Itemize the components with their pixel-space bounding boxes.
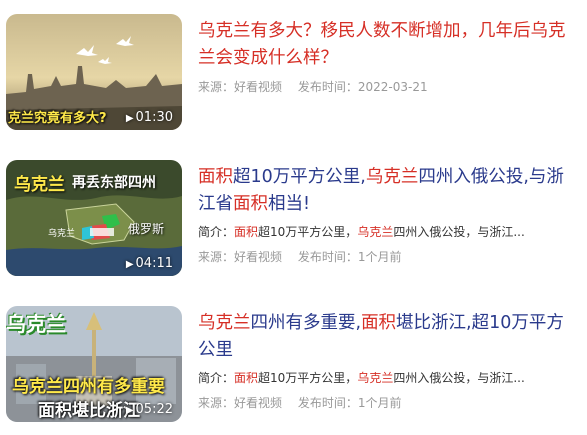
result-summary: 简介：面积超10万平方公里，乌克兰四州入俄公投，与浙江...: [198, 369, 558, 386]
result-summary: 简介：面积超10万平方公里，乌克兰四州入俄公投，与浙江...: [198, 223, 558, 240]
result-meta: 来源：好看视频 发布时间：2022-03-21: [198, 78, 428, 95]
play-icon: ▶: [125, 113, 134, 124]
map-label-ukraine: 乌克兰: [48, 229, 76, 239]
text-segment: 相当!: [268, 194, 311, 214]
thumbnail-caption-top: 乌克兰: [6, 312, 66, 336]
text-segment: 简介：: [198, 371, 235, 385]
highlight-text: 会变成什么样？: [215, 48, 339, 68]
thumbnail-caption-line2: 面积堪比浙江: [38, 401, 140, 421]
text-segment: 简介：: [198, 225, 235, 239]
highlight-text: 乌克兰: [357, 225, 394, 239]
video-thumbnail[interactable]: 乌克兰 再丢东部四州 乌克兰 俄罗斯 ▶ 04:11: [6, 160, 182, 276]
text-segment: 四州入俄公投，与浙江...: [393, 225, 525, 239]
result-title-link[interactable]: 乌克兰有多大？移民人数不断增加，几年后乌克兰会变成什么样？: [198, 18, 576, 72]
publish-time: 发布时间：1个月前: [297, 396, 402, 410]
play-icon: ▶: [125, 259, 134, 270]
highlight-text: 面积: [233, 194, 268, 214]
highlight-text: 面积: [234, 225, 259, 239]
source-label: 来源：好看视频: [198, 250, 283, 264]
publish-time: 发布时间：1个月前: [297, 250, 402, 264]
highlight-text: 乌克兰: [365, 167, 419, 187]
text-segment: 四州有多重要,: [250, 313, 362, 333]
text-segment: 超10万平方公里,: [233, 167, 366, 187]
map-label-russia: 俄罗斯: [128, 222, 165, 236]
highlight-text: 有多大？移民人数不断增加，几年后: [250, 21, 531, 41]
source-label: 来源：好看视频: [198, 80, 283, 94]
thumbnail-caption-left: 乌克兰: [14, 175, 65, 195]
publish-time: 发布时间：2022-03-21: [297, 80, 428, 94]
result-meta: 来源：好看视频 发布时间：1个月前: [198, 394, 401, 411]
highlight-text: 乌克兰: [198, 313, 251, 333]
video-thumbnail[interactable]: 乌克兰 乌克兰四州有多重要 面积堪比浙江 ▶ 05:22: [6, 306, 182, 422]
thumbnail-caption-line1: 乌克兰四州有多重要: [12, 377, 165, 397]
text-segment: 超10万平方公里，: [258, 225, 358, 239]
video-thumbnail[interactable]: 克兰究竟有多大? ▶ 01:30: [6, 14, 182, 130]
video-duration: ▶ 05:22: [125, 402, 173, 417]
search-result-item: 乌克兰 再丢东部四州 乌克兰 俄罗斯 ▶ 04:11 面积超10万平方公里,乌克兰…: [0, 160, 587, 280]
play-icon: ▶: [125, 405, 134, 416]
search-result-item: 乌克兰 乌克兰四州有多重要 面积堪比浙江 ▶ 05:22 乌克兰四州有多重要,面积…: [0, 306, 587, 426]
highlight-text: 面积: [198, 167, 233, 187]
highlight-text: 乌克兰: [198, 21, 251, 41]
highlight-text: 面积: [234, 371, 259, 385]
highlight-text: 乌克兰: [357, 371, 394, 385]
source-label: 来源：好看视频: [198, 396, 283, 410]
search-result-item: 克兰究竟有多大? ▶ 01:30 乌克兰有多大？移民人数不断增加，几年后乌克兰会变…: [0, 14, 587, 134]
text-segment: 四州入俄公投，与浙江...: [393, 371, 525, 385]
video-duration: ▶ 04:11: [125, 256, 173, 271]
result-meta: 来源：好看视频 发布时间：1个月前: [198, 248, 401, 265]
result-title-link[interactable]: 面积超10万平方公里,乌克兰四州入俄公投,与浙江省面积相当!: [198, 164, 576, 218]
highlight-text: 面积: [361, 313, 397, 333]
result-title-link[interactable]: 乌克兰四州有多重要,面积堪比浙江,超10万平方公里: [198, 310, 576, 364]
thumbnail-caption: 克兰究竟有多大?: [8, 111, 107, 126]
text-segment: 超10万平方公里，: [258, 371, 358, 385]
thumbnail-caption-right: 再丢东部四州: [72, 175, 156, 191]
video-duration: ▶ 01:30: [125, 110, 173, 125]
